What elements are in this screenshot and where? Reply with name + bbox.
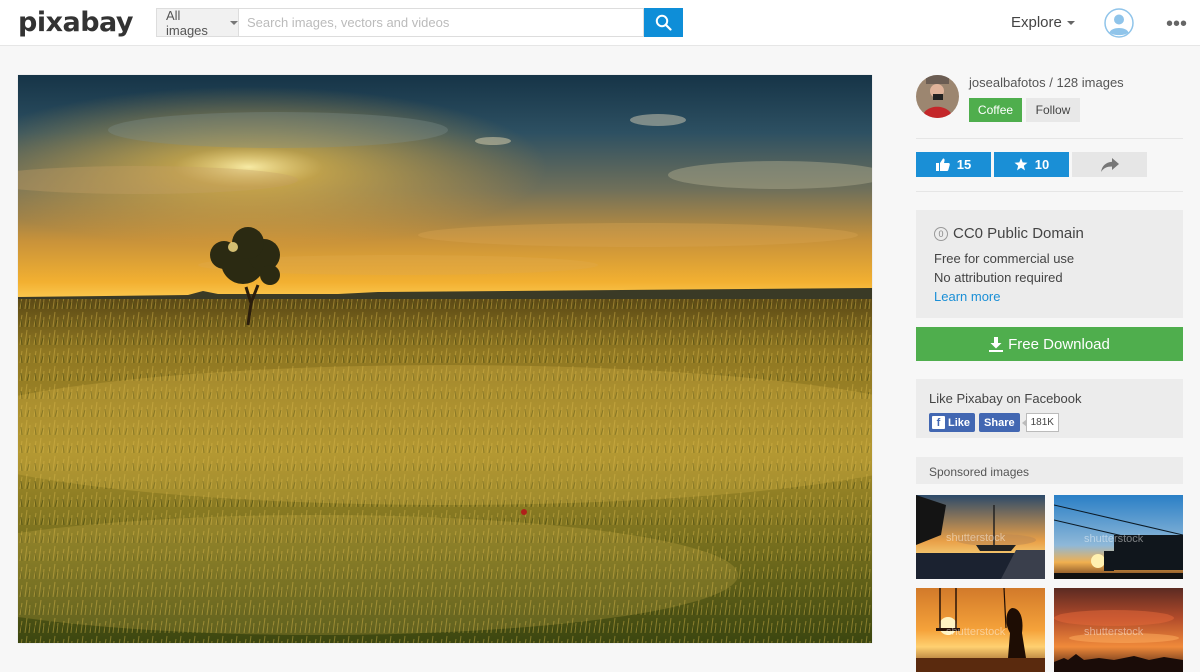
license-title-text: CC0 Public Domain (953, 225, 1084, 242)
search-bar: All images (156, 7, 683, 38)
explore-label: Explore (1011, 14, 1062, 31)
wheat-field-sunset-photo (18, 75, 872, 643)
image-actions: 15 10 (916, 152, 1183, 177)
facebook-buttons: f Like Share 181K (929, 413, 1170, 432)
facebook-share-button[interactable]: Share (979, 413, 1020, 432)
free-download-label: Free Download (1008, 335, 1110, 353)
explore-menu[interactable]: Explore (1011, 14, 1075, 31)
facebook-box: Like Pixabay on Facebook f Like Share 18… (916, 379, 1183, 438)
sponsored-images-header: Sponsored images (916, 457, 1183, 484)
facebook-title: Like Pixabay on Facebook (929, 391, 1082, 406)
sponsored-thumbnail[interactable]: shutterstock (916, 495, 1045, 579)
like-count: 15 (956, 157, 972, 172)
user-avatar-icon[interactable] (1104, 8, 1134, 38)
author-name-link[interactable]: josealbafotos (969, 75, 1046, 90)
learn-more-link[interactable]: Learn more (934, 289, 1000, 304)
follow-button[interactable]: Follow (1026, 98, 1080, 122)
sponsored-thumbnail[interactable]: shutterstock (1054, 588, 1183, 672)
watermark: shutterstock (1084, 626, 1144, 638)
license-line-commercial: Free for commercial use (934, 251, 1075, 266)
share-button[interactable] (1072, 152, 1147, 177)
cc0-icon: 0 (934, 226, 948, 241)
facebook-like-button[interactable]: f Like (929, 413, 976, 432)
share-arrow-icon (1100, 157, 1119, 172)
license-line-attribution: No attribution required (934, 270, 1063, 285)
download-icon (989, 336, 1004, 352)
free-download-button[interactable]: Free Download (916, 327, 1183, 361)
facebook-like-count: 181K (1021, 413, 1059, 432)
divider (916, 138, 1183, 139)
chevron-down-icon (1066, 20, 1075, 25)
search-type-label: All images (166, 7, 208, 38)
author-avatar[interactable] (916, 75, 959, 118)
watermark: shutterstock (946, 532, 1006, 544)
favorite-button[interactable]: 10 (994, 152, 1069, 177)
star-icon (1014, 158, 1028, 171)
pixabay-logo[interactable]: pixabay (18, 7, 134, 38)
facebook-share-label: Share (984, 416, 1015, 429)
search-type-dropdown[interactable]: All images (156, 7, 238, 38)
search-button[interactable] (644, 8, 683, 37)
facebook-icon: f (932, 416, 945, 429)
license-box: 0 CC0 Public Domain Free for commercial … (916, 210, 1183, 318)
license-title: 0 CC0 Public Domain (934, 225, 1165, 242)
main-photo[interactable] (18, 75, 872, 643)
chevron-down-icon (230, 20, 238, 25)
facebook-like-label: Like (948, 416, 971, 429)
watermark: shutterstock (1084, 533, 1144, 545)
like-button[interactable]: 15 (916, 152, 991, 177)
author-info: josealbafotos / 128 images Coffee Follow (916, 73, 1183, 133)
favorite-count: 10 (1034, 157, 1050, 172)
watermark: shutterstock (946, 626, 1006, 638)
sponsored-thumbnail[interactable]: shutterstock (916, 588, 1045, 672)
search-icon (655, 14, 672, 31)
more-options-icon[interactable]: ••• (1166, 13, 1187, 36)
sponsored-thumbnail[interactable]: shutterstock (1054, 495, 1183, 579)
author-name-line: josealbafotos / 128 images (969, 75, 1124, 90)
author-avatar-image (916, 75, 959, 118)
top-header: pixabay All images Explore ••• (0, 0, 1200, 46)
thumbs-up-icon (935, 158, 950, 171)
author-images-link[interactable]: 128 images (1056, 75, 1123, 90)
divider (916, 191, 1183, 192)
search-input[interactable] (238, 8, 644, 37)
coffee-button[interactable]: Coffee (969, 98, 1022, 122)
author-separator: / (1045, 75, 1057, 90)
